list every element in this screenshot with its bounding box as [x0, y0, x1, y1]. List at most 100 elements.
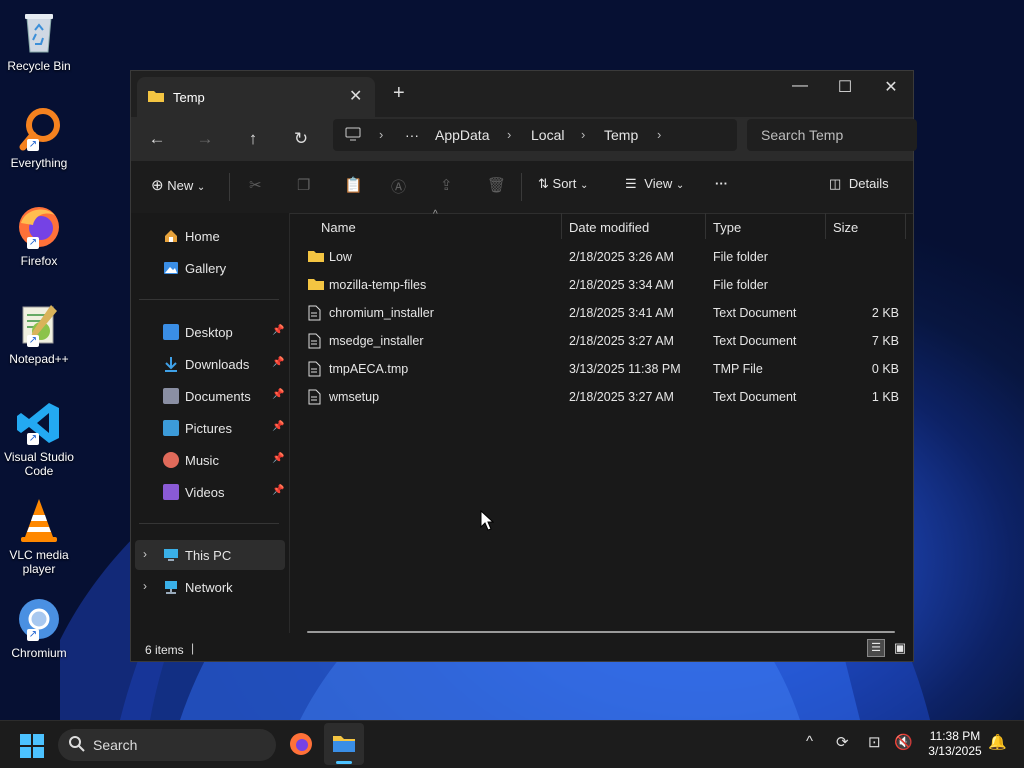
table-row[interactable]: wmsetup 2/18/2025 3:27 AM Text Document 1 K… [301, 383, 909, 411]
shortcut-arrow-icon: ↗ [27, 629, 39, 641]
sidebar-item-downloads[interactable]: Downloads 📌 [135, 349, 285, 379]
desktop-icon-firefox[interactable]: ↗ Firefox [0, 203, 78, 268]
sidebar-item-videos[interactable]: Videos 📌 [135, 477, 285, 507]
text-file-icon [307, 305, 321, 324]
copy-icon[interactable]: ❐ [297, 176, 310, 194]
sort-label: Sort [552, 176, 577, 191]
folder-icon [147, 89, 165, 108]
breadcrumb-appdata[interactable]: AppData [435, 127, 489, 143]
file-type: File folder [713, 278, 768, 292]
chevron-right-icon[interactable]: › [581, 127, 585, 142]
network-display-icon[interactable]: ⊡ [868, 733, 881, 751]
home-icon [163, 228, 179, 244]
back-button[interactable]: ← [143, 125, 171, 153]
column-divider[interactable] [561, 213, 562, 239]
column-divider[interactable] [905, 213, 906, 239]
title-bar[interactable]: Temp ✕ + — ☐ ✕ [131, 71, 913, 117]
rename-icon[interactable]: Ⓐ [391, 176, 406, 197]
file-date-modified: 2/18/2025 3:34 AM [569, 278, 674, 292]
refresh-button[interactable]: ↻ [287, 125, 315, 153]
tab-temp[interactable]: Temp ✕ [137, 77, 375, 117]
monitor-icon [163, 547, 179, 563]
tiles-view-icon[interactable]: ▣ [891, 639, 909, 657]
chevron-right-icon[interactable]: › [507, 127, 511, 142]
file-name: Low [329, 250, 352, 264]
horizontal-scrollbar[interactable] [307, 631, 895, 633]
taskbar-search[interactable]: Search [58, 729, 276, 761]
table-row[interactable]: Low 2/18/2025 3:26 AM File folder [301, 243, 909, 271]
details-pane-button[interactable]: ◫ Details [829, 176, 889, 192]
volume-muted-icon[interactable]: 🔇 [894, 733, 913, 751]
desktop-icon-label: Chromium [11, 646, 67, 660]
pin-icon: 📌 [272, 421, 285, 432]
column-header-size[interactable]: Size [833, 220, 858, 235]
clock-date: 3/13/2025 [928, 744, 982, 758]
search-box[interactable]: Search Temp [747, 119, 917, 151]
start-windows-icon[interactable] [20, 734, 44, 763]
column-header-name[interactable]: Name [321, 220, 356, 235]
desktop-icon-notepadpp[interactable]: ↗ Notepad++ [0, 301, 78, 366]
sidebar-item-home[interactable]: Home [135, 221, 285, 251]
paste-icon[interactable]: 📋 [344, 176, 363, 194]
chevron-right-icon[interactable]: › [379, 127, 383, 142]
column-divider[interactable] [825, 213, 826, 239]
sidebar-item-gallery[interactable]: Gallery [135, 253, 285, 283]
desktop-icon-label: VLC media player [9, 548, 69, 576]
maximize-button[interactable]: ☐ [830, 77, 860, 101]
chevron-right-icon[interactable]: › [657, 127, 661, 142]
file-size: 1 KB [871, 390, 899, 404]
file-date-modified: 2/18/2025 3:26 AM [569, 250, 674, 264]
view-label: View [644, 176, 673, 191]
column-header-type[interactable]: Type [713, 220, 741, 235]
close-tab-icon[interactable]: ✕ [349, 86, 362, 106]
sync-update-icon[interactable]: ⟳ [836, 733, 849, 751]
file-size: 0 KB [871, 362, 899, 376]
shortcut-arrow-icon: ↗ [27, 237, 39, 249]
more-options-button[interactable]: ··· [715, 176, 728, 191]
details-view-icon[interactable]: ☰ [867, 639, 885, 657]
column-divider[interactable] [705, 213, 706, 239]
gallery-icon [163, 260, 179, 276]
desktop-icon-vscode[interactable]: ↗ Visual Studio Code [0, 399, 78, 478]
documents-icon [163, 388, 179, 404]
chevron-right-icon[interactable]: › [143, 579, 147, 593]
taskbar-firefox-icon[interactable] [289, 732, 313, 761]
breadcrumb-overflow[interactable]: ··· [405, 127, 419, 143]
up-button[interactable]: ↑ [239, 125, 267, 153]
table-row[interactable]: tmpAECA.tmp 3/13/2025 11:38 PM TMP File 0 K… [301, 355, 909, 383]
system-clock[interactable]: 11:38 PM 3/13/2025 [916, 729, 994, 759]
show-hidden-icons-chevron-up-icon[interactable]: ^ [806, 733, 813, 750]
table-row[interactable]: chromium_installer 2/18/2025 3:41 AM Text … [301, 299, 909, 327]
notification-bell-icon[interactable]: 🔔 [988, 733, 1007, 751]
cut-icon[interactable]: ✂ [249, 176, 262, 194]
close-window-button[interactable]: ✕ [876, 77, 906, 101]
address-bar[interactable]: › ··· AppData › Local › Temp › [333, 119, 737, 151]
sidebar-item-desktop[interactable]: Desktop 📌 [135, 317, 285, 347]
forward-button[interactable]: → [191, 125, 219, 153]
chevron-right-icon[interactable]: › [143, 547, 147, 561]
sidebar-item-pictures[interactable]: Pictures 📌 [135, 413, 285, 443]
status-bar: 6 items | ☰ ▣ [131, 637, 913, 661]
breadcrumb-temp[interactable]: Temp [604, 127, 638, 143]
view-button[interactable]: ☰ View ⌄ [625, 176, 684, 192]
sidebar-item-music[interactable]: Music 📌 [135, 445, 285, 475]
share-icon[interactable]: ⇪ [440, 176, 453, 194]
sidebar-item-documents[interactable]: Documents 📌 [135, 381, 285, 411]
new-button[interactable]: ⊕ New ⌄ [151, 176, 205, 194]
table-row[interactable]: mozilla-temp-files 2/18/2025 3:34 AM File … [301, 271, 909, 299]
table-row[interactable]: msedge_installer 2/18/2025 3:27 AM Text Do… [301, 327, 909, 355]
desktop-icon-recycle-bin[interactable]: Recycle Bin [0, 8, 78, 73]
new-tab-button[interactable]: + [393, 82, 405, 105]
desktop-icon-everything[interactable]: ↗ Everything [0, 105, 78, 170]
sort-button[interactable]: ⇅ Sort ⌄ [538, 176, 588, 192]
minimize-button[interactable]: — [785, 77, 815, 101]
breadcrumb-local[interactable]: Local [531, 127, 564, 143]
column-header-date-modified[interactable]: Date modified [569, 220, 649, 235]
sidebar-item-network[interactable]: › Network [135, 572, 285, 602]
desktop-icon-vlc[interactable]: VLC media player [0, 497, 78, 576]
taskbar-file-explorer-button[interactable] [324, 723, 364, 765]
sidebar-item-this-pc[interactable]: › This PC [135, 540, 285, 570]
desktop-icon-chromium[interactable]: ↗ Chromium [0, 595, 78, 660]
delete-icon[interactable]: 🗑 [487, 176, 506, 194]
file-date-modified: 2/18/2025 3:27 AM [569, 334, 674, 348]
